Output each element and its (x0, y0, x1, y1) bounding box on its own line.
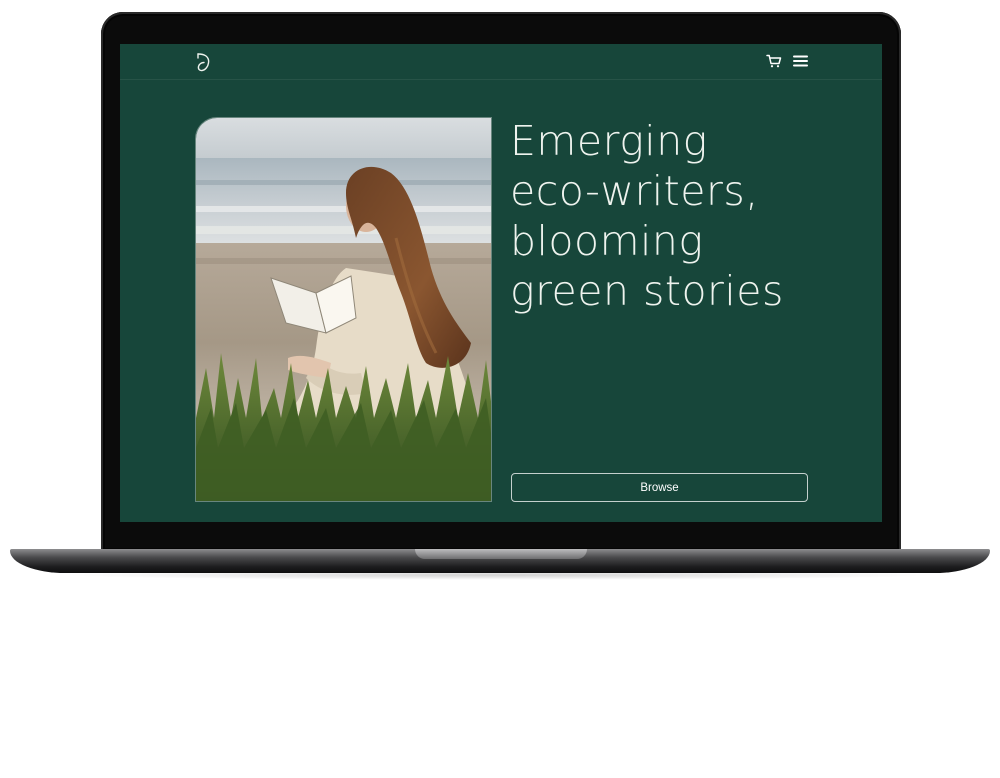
headline-line: eco-writers, (510, 167, 759, 215)
leaf-b-logo-icon[interactable] (195, 52, 211, 72)
headline-line: blooming (510, 217, 704, 265)
headline-line: Emerging (510, 117, 708, 165)
browse-button[interactable]: Browse (511, 473, 808, 502)
hero-photo (195, 117, 492, 502)
shopping-cart-icon[interactable] (766, 54, 782, 68)
site-header (120, 44, 882, 80)
hamburger-menu-icon[interactable] (793, 55, 808, 67)
hero-headline: Emerging eco-writers, blooming green sto… (510, 116, 850, 316)
headline-line: green stories (510, 267, 784, 315)
woman-reading-book-on-beach-photo (196, 118, 491, 501)
website-screen: Emerging eco-writers, blooming green sto… (120, 44, 882, 522)
laptop-notch (415, 549, 587, 559)
